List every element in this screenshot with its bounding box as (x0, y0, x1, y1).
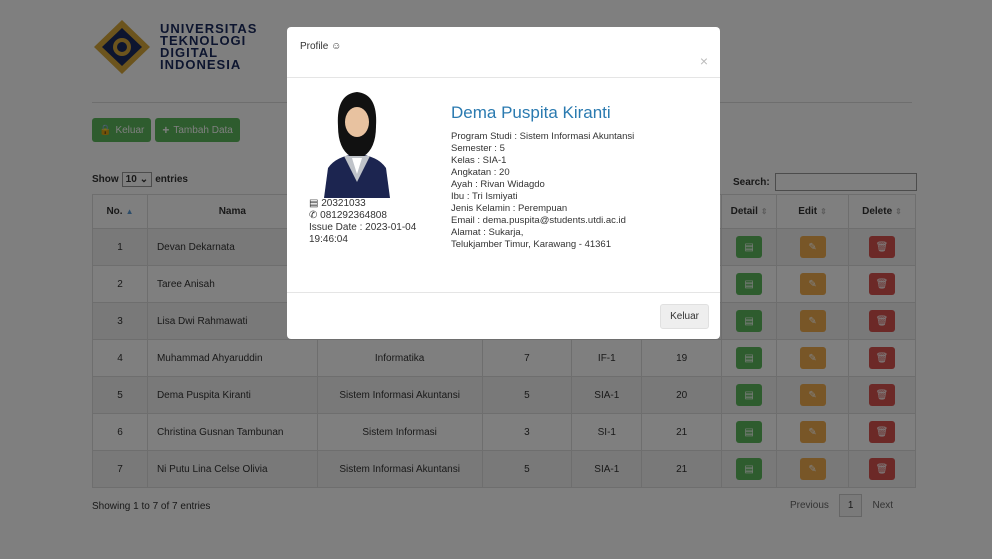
detail-line: Angkatan : 20 (451, 167, 510, 178)
detail-line: Ayah : Rivan Widagdo (451, 179, 545, 190)
detail-line: Jenis Kelamin : Perempuan (451, 203, 568, 214)
detail-line: Telukjamber Timur, Karawang - 41361 (451, 239, 611, 250)
modal-keluar-button[interactable]: Keluar (660, 304, 709, 329)
profile-modal: Profile ☺ × ▤ 20321033 ✆ 081292364808 Is… (287, 27, 720, 339)
close-icon[interactable]: × (700, 53, 708, 69)
issue-date: Issue Date : 2023-01-04 (309, 222, 417, 233)
detail-line: Alamat : Sukarja, (451, 227, 524, 238)
user-circle-icon: ☺ (331, 41, 342, 52)
student-contact: ▤ 20321033 ✆ 081292364808 Issue Date : 2… (309, 198, 416, 246)
detail-line: Semester : 5 (451, 143, 505, 154)
id-card-icon: ▤ (309, 198, 319, 209)
student-id: 20321033 (321, 198, 366, 209)
student-details: Program Studi : Sistem Informasi Akuntan… (451, 131, 634, 251)
phone-icon: ✆ (309, 210, 318, 221)
student-photo (316, 86, 398, 198)
student-name: Dema Puspita Kiranti (451, 103, 611, 122)
modal-title: Profile (300, 41, 329, 52)
student-phone: 081292364808 (320, 210, 387, 221)
issue-time: 19:46:04 (309, 234, 348, 245)
detail-line: Kelas : SIA-1 (451, 155, 507, 166)
modal-footer: Keluar (287, 292, 720, 339)
detail-line: Program Studi : Sistem Informasi Akuntan… (451, 131, 635, 142)
detail-line: Ibu : Tri Ismiyati (451, 191, 518, 202)
detail-line: Email : dema.puspita@students.utdi.ac.id (451, 215, 626, 226)
modal-header: Profile ☺ × (287, 27, 720, 78)
